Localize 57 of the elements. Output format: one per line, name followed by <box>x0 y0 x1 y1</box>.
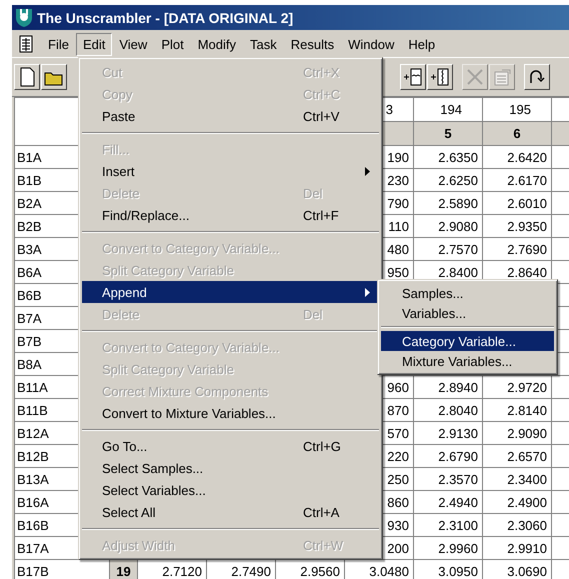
table-cell: 2.6790 <box>414 444 482 468</box>
add-row-icon <box>403 67 423 87</box>
table-cell: 2.4900 <box>482 490 552 514</box>
add-column-icon <box>430 67 450 87</box>
table-cell: 2.3570 <box>414 468 482 490</box>
table-cell: 2.9130 <box>414 422 482 444</box>
table-cell: 2.3060 <box>482 514 552 536</box>
menu-item[interactable]: Modify <box>190 32 244 56</box>
toolbar-button[interactable] <box>400 64 426 90</box>
menu-item[interactable]: Mixture Variables... <box>381 351 554 371</box>
menu-item[interactable]: Window <box>341 32 402 56</box>
submenu-arrow-icon <box>365 166 371 176</box>
delete-icon <box>465 67 485 87</box>
menu-item[interactable]: Plot <box>154 32 191 56</box>
properties-icon <box>492 67 512 87</box>
table-cell: 2.9910 <box>482 536 552 560</box>
table-cell: 2.9350 <box>482 214 552 238</box>
table-cell: 2.6570 <box>482 444 552 468</box>
row-number: 19 <box>110 560 138 579</box>
table-cell: 2.6010 <box>482 192 552 214</box>
table-cell: 2.9960 <box>414 536 482 560</box>
column-number: 5 <box>414 122 482 146</box>
table-cell: 2.4940 <box>414 490 482 514</box>
submenu-arrow-icon <box>365 288 371 296</box>
menu-item[interactable]: File <box>41 32 76 56</box>
menu-item[interactable]: Results <box>284 32 342 56</box>
menu-item[interactable]: Samples... <box>381 283 554 303</box>
document-icon[interactable] <box>17 35 35 53</box>
menu-item[interactable]: Variables... <box>381 303 554 323</box>
toolbar-button[interactable] <box>14 64 40 90</box>
table-cell: 2.6170 <box>482 168 552 192</box>
menu-item[interactable]: Append <box>82 281 379 303</box>
column-header: 194 <box>414 98 482 122</box>
menu-item[interactable]: Category Variable... <box>381 331 554 351</box>
window-title: The Unscrambler - [DATA ORIGINAL 2] <box>37 10 294 26</box>
toolbar-button[interactable] <box>427 64 453 90</box>
column-header: 195 <box>482 98 552 122</box>
table-cell: 2.6420 <box>482 146 552 168</box>
table-cell: 2.7690 <box>482 238 552 260</box>
table-cell: 2.8140 <box>482 398 552 422</box>
table-cell: 2.9080 <box>414 214 482 238</box>
app-logo-icon <box>15 8 33 28</box>
menu-item[interactable]: Task <box>243 32 284 56</box>
table-cell: 2.5890 <box>414 192 482 214</box>
table-cell: 2.3400 <box>482 468 552 490</box>
menu-item[interactable]: Edit <box>76 32 112 56</box>
toolbar-button[interactable] <box>524 64 550 90</box>
table-cell: 2.6350 <box>414 146 482 168</box>
menu-item[interactable]: Help <box>401 32 442 56</box>
table-cell: 2.6250 <box>414 168 482 192</box>
toolbar-button[interactable] <box>41 64 67 90</box>
column-number: 6 <box>482 122 552 146</box>
table-cell: 2.3100 <box>414 514 482 536</box>
menu-item[interactable]: View <box>112 32 154 56</box>
table-cell: 2.8040 <box>414 398 482 422</box>
table-cell: 2.9090 <box>482 422 552 444</box>
table-cell: 2.7570 <box>414 238 482 260</box>
